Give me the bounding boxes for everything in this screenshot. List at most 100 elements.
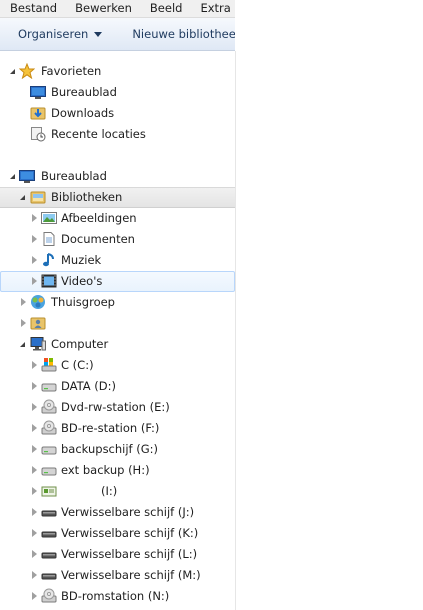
tree-item-downloads[interactable]: Downloads xyxy=(0,103,235,124)
navigation-pane: Favorieten Bureaublad Downloads Recente … xyxy=(0,51,236,610)
tree-label: Verwisselbare schijf (J:) xyxy=(61,505,195,519)
tree-label: Muziek xyxy=(61,253,102,267)
computer-icon xyxy=(30,336,46,352)
collapsed-arrow-icon[interactable] xyxy=(30,277,39,286)
tree-drive-i[interactable]: (I:) xyxy=(0,481,235,502)
tree-item-music[interactable]: Muziek xyxy=(0,250,235,271)
new-library-button[interactable]: Nieuwe bibliotheek xyxy=(124,18,235,50)
tree-drive-c[interactable]: C (C:) xyxy=(0,355,235,376)
tree-label: Bureaublad xyxy=(51,85,117,99)
video-film-icon xyxy=(41,273,57,289)
collapsed-arrow-icon[interactable] xyxy=(30,235,39,244)
collapsed-arrow-icon[interactable] xyxy=(19,298,28,307)
tree-drive-m[interactable]: Verwisselbare schijf (M:) xyxy=(0,565,235,586)
collapsed-arrow-icon[interactable] xyxy=(30,508,39,517)
tree-label: backupschijf (G:) xyxy=(61,442,159,456)
tree-label: C (C:) xyxy=(61,358,94,372)
tree-label: Thuisgroep xyxy=(51,295,115,309)
collapsed-arrow-icon[interactable] xyxy=(30,361,39,370)
optical-drive-icon xyxy=(41,399,57,415)
collapsed-arrow-icon[interactable] xyxy=(30,424,39,433)
tree-label: Computer xyxy=(51,337,109,351)
menu-extra[interactable]: Extra xyxy=(190,0,235,17)
collapsed-arrow-icon[interactable] xyxy=(19,319,28,328)
tree-label: Verwisselbare schijf (M:) xyxy=(61,568,201,582)
organize-button[interactable]: Organiseren xyxy=(0,18,103,50)
collapsed-arrow-icon[interactable] xyxy=(30,382,39,391)
collapsed-arrow-icon[interactable] xyxy=(30,403,39,412)
libraries-folder-icon xyxy=(30,189,46,205)
tree-item-recent[interactable]: Recente locaties xyxy=(0,124,235,145)
collapsed-arrow-icon[interactable] xyxy=(30,487,39,496)
tree-label: Downloads xyxy=(51,106,115,120)
tree-desktop[interactable]: Bureaublad xyxy=(0,166,235,187)
tree-drive-h[interactable]: ext backup (H:) xyxy=(0,460,235,481)
command-bar: Organiseren Nieuwe bibliotheek xyxy=(0,18,235,51)
collapsed-arrow-icon[interactable] xyxy=(30,466,39,475)
tree-label: Favorieten xyxy=(41,64,102,78)
tree-computer[interactable]: Computer xyxy=(0,334,235,355)
tree-label: DATA (D:) xyxy=(61,379,116,393)
tree-drive-d[interactable]: DATA (D:) xyxy=(0,376,235,397)
user-folder-icon xyxy=(30,315,46,331)
menu-beeld[interactable]: Beeld xyxy=(140,0,191,17)
tree-label: Video's xyxy=(61,274,103,288)
collapsed-arrow-icon[interactable] xyxy=(30,214,39,223)
tree-homegroup[interactable]: Thuisgroep xyxy=(0,292,235,313)
downloads-folder-icon xyxy=(30,105,46,121)
collapsed-arrow-icon[interactable] xyxy=(30,550,39,559)
tree-label: Verwisselbare schijf (L:) xyxy=(61,547,198,561)
tree-drive-n[interactable]: BD-romstation (N:) xyxy=(0,586,235,607)
removable-drive-icon xyxy=(41,567,57,583)
expand-arrow-icon[interactable] xyxy=(9,172,18,181)
removable-drive-icon xyxy=(41,546,57,562)
homegroup-icon xyxy=(30,294,46,310)
tree-drive-g[interactable]: backupschijf (G:) xyxy=(0,439,235,460)
tree-label: BD-romstation (N:) xyxy=(61,589,170,603)
tree-drive-l[interactable]: Verwisselbare schijf (L:) xyxy=(0,544,235,565)
removable-drive-icon xyxy=(41,504,57,520)
collapsed-arrow-icon[interactable] xyxy=(30,445,39,454)
expand-arrow-icon[interactable] xyxy=(19,340,28,349)
music-note-icon xyxy=(41,252,57,268)
recent-places-icon xyxy=(30,126,46,142)
desktop-icon xyxy=(19,168,35,184)
tree-favorites[interactable]: Favorieten xyxy=(0,61,235,82)
tree-label: Verwisselbare schijf (K:) xyxy=(61,526,199,540)
system-drive-icon xyxy=(41,357,57,373)
tree-label: (I:) xyxy=(101,484,118,498)
expand-arrow-icon[interactable] xyxy=(9,67,18,76)
tree-label: Dvd-rw-station (E:) xyxy=(61,400,170,414)
collapsed-arrow-icon[interactable] xyxy=(30,592,39,601)
optical-drive-icon xyxy=(41,588,57,604)
tree-label: Afbeeldingen xyxy=(61,211,137,225)
network-drive-icon xyxy=(41,483,57,499)
tree-item-videos[interactable]: Video's xyxy=(0,271,235,292)
star-icon xyxy=(19,63,35,79)
menu-bestand[interactable]: Bestand xyxy=(0,0,65,17)
menu-bewerken[interactable]: Bewerken xyxy=(65,0,140,17)
tree-item-desktop-fav[interactable]: Bureaublad xyxy=(0,82,235,103)
tree-label: ext backup (H:) xyxy=(61,463,150,477)
hard-drive-icon xyxy=(41,378,57,394)
tree-drive-f[interactable]: BD-re-station (F:) xyxy=(0,418,235,439)
documents-icon xyxy=(41,231,57,247)
tree-label: Bibliotheken xyxy=(51,190,123,204)
tree-user-folder[interactable] xyxy=(0,313,235,334)
optical-drive-icon xyxy=(41,420,57,436)
tree-label: Bureaublad xyxy=(41,169,107,183)
pictures-icon xyxy=(41,210,57,226)
collapsed-arrow-icon[interactable] xyxy=(30,256,39,265)
tree-drive-k[interactable]: Verwisselbare schijf (K:) xyxy=(0,523,235,544)
tree-label: Recente locaties xyxy=(51,127,146,141)
hard-drive-icon xyxy=(41,441,57,457)
collapsed-arrow-icon[interactable] xyxy=(30,571,39,580)
collapsed-arrow-icon[interactable] xyxy=(30,529,39,538)
tree-item-documents[interactable]: Documenten xyxy=(0,229,235,250)
tree-drive-j[interactable]: Verwisselbare schijf (J:) xyxy=(0,502,235,523)
expand-arrow-icon[interactable] xyxy=(19,193,28,202)
tree-drive-e[interactable]: Dvd-rw-station (E:) xyxy=(0,397,235,418)
tree-item-pictures[interactable]: Afbeeldingen xyxy=(0,208,235,229)
tree-label: BD-re-station (F:) xyxy=(61,421,160,435)
tree-libraries[interactable]: Bibliotheken xyxy=(0,187,235,208)
